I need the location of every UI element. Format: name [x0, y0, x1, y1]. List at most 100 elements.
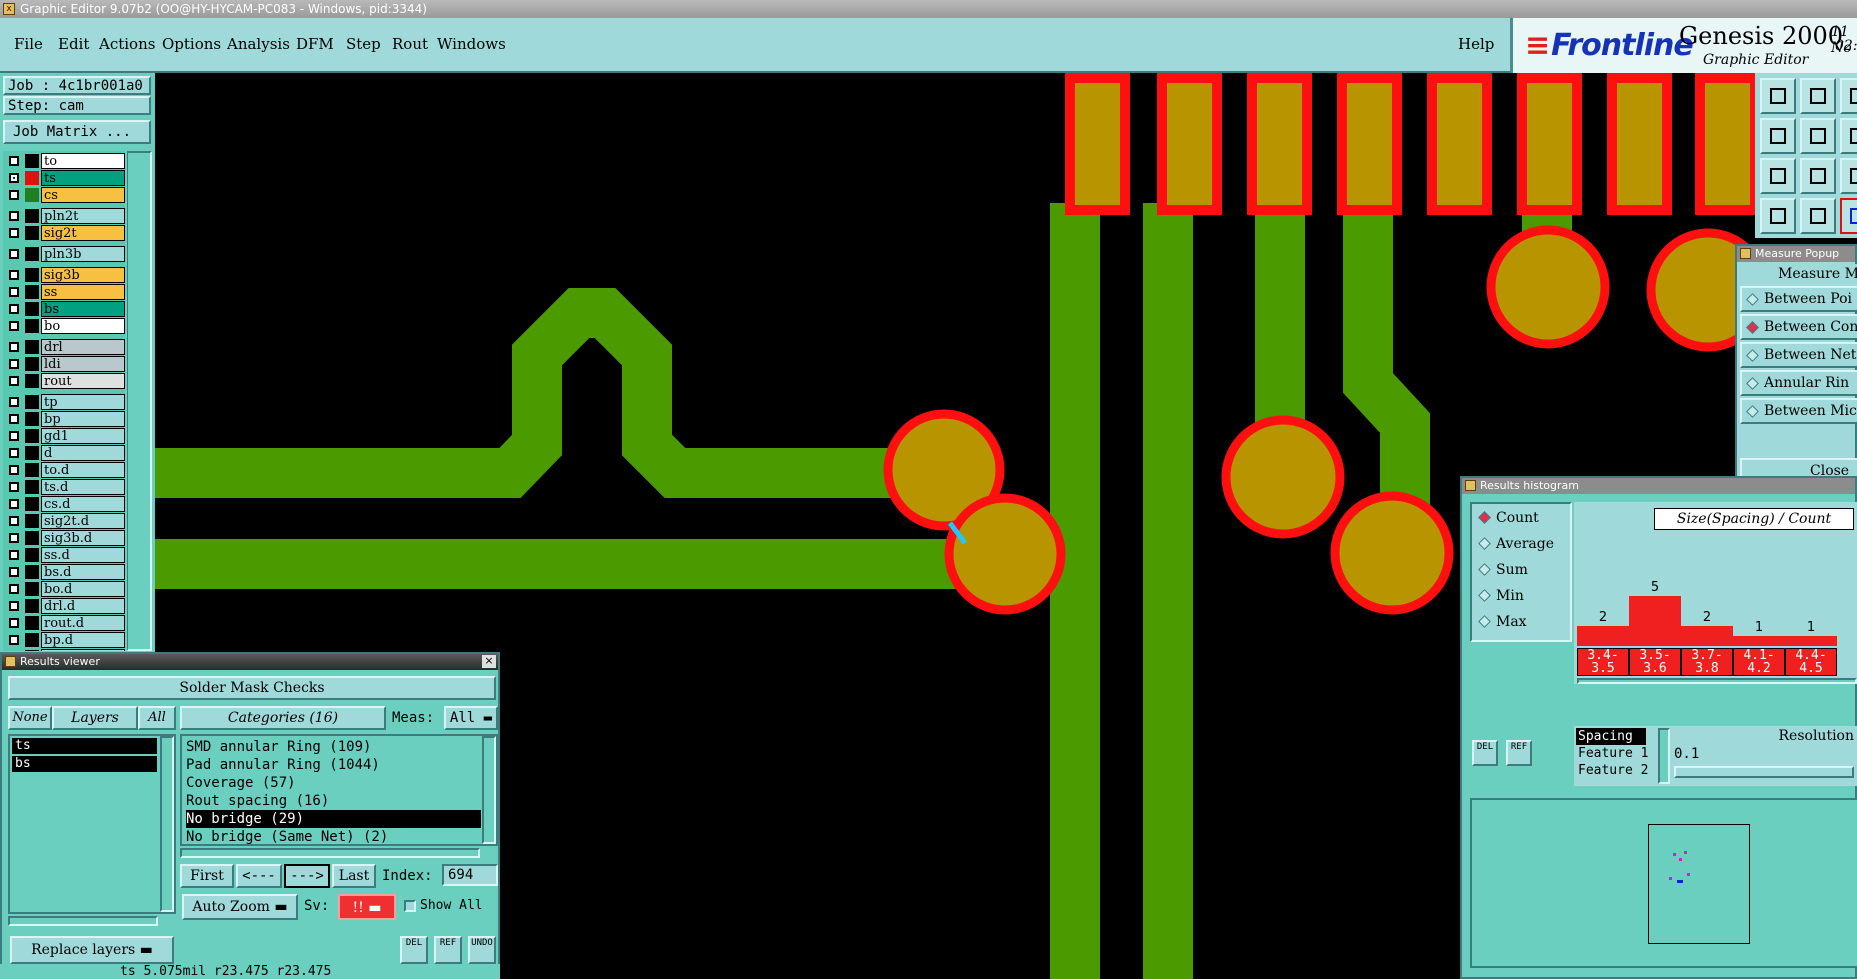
close-icon[interactable]: [1465, 480, 1476, 491]
menu-help[interactable]: Help: [1458, 35, 1494, 53]
menu-actions[interactable]: Actions: [99, 35, 155, 53]
layer-name[interactable]: drl: [41, 339, 125, 355]
measure-icon[interactable]: [1840, 198, 1857, 234]
layer-checkbox[interactable]: [9, 635, 19, 645]
mode-sum[interactable]: Sum: [1474, 558, 1570, 582]
menu-step[interactable]: Step: [346, 35, 381, 53]
layer-name[interactable]: ss.d: [41, 547, 125, 563]
category-item-selected[interactable]: No bridge (29): [186, 810, 481, 828]
layer-checkbox[interactable]: [9, 228, 19, 238]
viewer-undo-button[interactable]: UNDO: [468, 936, 496, 964]
rotate-icon[interactable]: [1840, 118, 1857, 154]
layer-name[interactable]: d: [41, 445, 125, 461]
layer-name[interactable]: bo: [41, 318, 125, 334]
layer-name[interactable]: sig2t.d: [41, 513, 125, 529]
next-button[interactable]: --->: [284, 864, 330, 888]
board-outline-preview[interactable]: [1648, 824, 1750, 944]
layer-name[interactable]: pln2t: [41, 208, 125, 224]
histogram-bar[interactable]: [1785, 636, 1837, 646]
export-icon[interactable]: [1800, 78, 1836, 114]
layer-name[interactable]: bp.d: [41, 632, 125, 648]
layer-name[interactable]: rout: [41, 373, 125, 389]
layer-checkbox[interactable]: [9, 397, 19, 407]
layer-row-sig2t-d[interactable]: sig2t.d: [3, 513, 125, 529]
none-button[interactable]: None: [8, 706, 52, 730]
layer-row-gd1[interactable]: gd1: [3, 428, 125, 444]
layer-row-ts-d[interactable]: ts.d: [3, 479, 125, 495]
layer-checkbox[interactable]: [9, 567, 19, 577]
field-feature-1[interactable]: Feature 1: [1576, 745, 1656, 762]
layer-row-bo-d[interactable]: bo.d: [3, 581, 125, 597]
layer-checkbox[interactable]: [9, 499, 19, 509]
layer-row-ldi[interactable]: ldi: [3, 356, 125, 372]
layer-checkbox[interactable]: [9, 584, 19, 594]
viewer-layer-item[interactable]: bs: [12, 756, 157, 772]
severity-select[interactable]: !! ▬: [338, 894, 396, 920]
close-icon[interactable]: ×: [482, 655, 496, 668]
app-icon[interactable]: x: [3, 3, 15, 15]
layer-name[interactable]: cs: [41, 187, 125, 203]
layer-checkbox[interactable]: [9, 618, 19, 628]
meas-select[interactable]: All ▬: [444, 706, 498, 730]
layer-list-scrollbar[interactable]: [127, 151, 152, 651]
job-matrix-button[interactable]: Job Matrix ...: [3, 120, 151, 144]
category-item[interactable]: Coverage (57): [186, 774, 426, 792]
move-left-icon[interactable]: [1760, 118, 1796, 154]
viewer-ref-button[interactable]: REF: [434, 936, 462, 964]
layer-row-rout[interactable]: rout: [3, 373, 125, 389]
close-icon[interactable]: [1740, 248, 1751, 259]
category-item[interactable]: SMD annular Ring (109): [186, 738, 426, 756]
layer-name[interactable]: sig3b: [41, 267, 125, 283]
layer-checkbox[interactable]: [9, 173, 19, 183]
layer-row-gd1-d[interactable]: gd1.d: [3, 649, 125, 651]
layer-list-scrollbar[interactable]: [160, 736, 174, 912]
histogram-bar[interactable]: [1681, 626, 1733, 646]
mode-max[interactable]: Max: [1474, 610, 1570, 634]
layer-checkbox[interactable]: [9, 211, 19, 221]
layer-name[interactable]: bs: [41, 301, 125, 317]
layer-name[interactable]: bp: [41, 411, 125, 427]
layer-name[interactable]: tp: [41, 394, 125, 410]
layer-row-d[interactable]: d: [3, 445, 125, 461]
layer-name[interactable]: sig2t: [41, 225, 125, 241]
all-button[interactable]: All: [138, 706, 176, 730]
grid-icon[interactable]: [1800, 198, 1836, 234]
layer-name[interactable]: pln3b: [41, 246, 125, 262]
first-button[interactable]: First: [180, 864, 234, 888]
layer-row-sig3b[interactable]: sig3b: [3, 267, 125, 283]
layer-checkbox[interactable]: [9, 414, 19, 424]
histogram-ref-button[interactable]: REF: [1506, 740, 1532, 766]
replace-layers-button[interactable]: Replace layers ▬: [10, 936, 174, 964]
layer-checkbox[interactable]: [9, 287, 19, 297]
layer-checkbox[interactable]: [9, 190, 19, 200]
layer-checkbox[interactable]: [9, 304, 19, 314]
mode-average[interactable]: Average: [1474, 532, 1570, 556]
layer-row-ss-d[interactable]: ss.d: [3, 547, 125, 563]
measure-option-between-micro[interactable]: Between Mic: [1740, 398, 1857, 424]
layer-checkbox[interactable]: [9, 376, 19, 386]
layer-checkbox[interactable]: [9, 516, 19, 526]
zoom-center-icon[interactable]: [1800, 158, 1836, 194]
menu-file[interactable]: File: [14, 35, 43, 53]
category-list-scrollbar[interactable]: [482, 736, 496, 844]
histogram-bar[interactable]: [1629, 596, 1681, 646]
layer-checkbox[interactable]: [9, 431, 19, 441]
layer-checkbox[interactable]: [9, 465, 19, 475]
layer-row-drl[interactable]: drl: [3, 339, 125, 355]
category-item[interactable]: Rout spacing (16): [186, 792, 426, 810]
layer-row-tp[interactable]: tp: [3, 394, 125, 410]
measure-option-annular-ring[interactable]: Annular Rin: [1740, 370, 1857, 396]
histogram-del-button[interactable]: DEL: [1472, 740, 1498, 766]
layer-checkbox[interactable]: [9, 249, 19, 259]
layer-checkbox[interactable]: [9, 482, 19, 492]
measure-option-between-points[interactable]: Between Poi: [1740, 286, 1857, 312]
layer-checkbox[interactable]: [9, 601, 19, 611]
layer-row-bo[interactable]: bo: [3, 318, 125, 334]
viewer-icon[interactable]: [5, 656, 16, 667]
index-input[interactable]: 694: [442, 864, 498, 886]
histogram-hscrollbar[interactable]: [1577, 678, 1857, 684]
import-icon[interactable]: [1760, 78, 1796, 114]
field-list-scrollbar[interactable]: [1658, 728, 1670, 784]
layers-button[interactable]: Layers: [52, 706, 138, 730]
field-feature-2[interactable]: Feature 2: [1576, 762, 1656, 779]
